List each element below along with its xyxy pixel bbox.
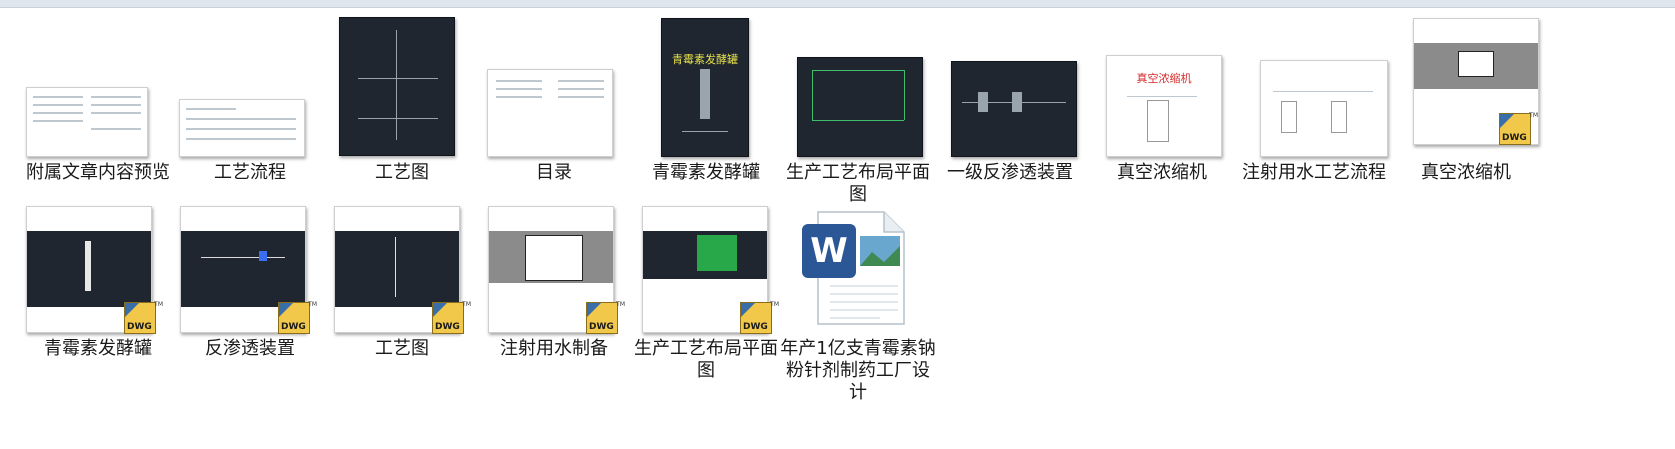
dwg-badge-icon: DWG TM bbox=[586, 301, 625, 334]
file-item-ro-dwg[interactable]: DWG TM 反渗透装置 bbox=[170, 200, 320, 400]
file-thumbnail bbox=[951, 61, 1077, 157]
file-thumbnail bbox=[797, 57, 923, 157]
dwg-badge-icon: DWG TM bbox=[124, 301, 163, 334]
dwg-badge-icon: DWG TM bbox=[432, 301, 471, 334]
file-name: 年产1亿支青霉素钠粉针剂制药工厂设计 bbox=[780, 338, 936, 403]
file-item-process-diagram[interactable]: 工艺图 bbox=[322, 14, 472, 194]
file-name: 附属文章内容预览 bbox=[26, 162, 170, 183]
file-item-fermenter[interactable]: 青霉素发酵罐 青霉素发酵罐 bbox=[626, 14, 776, 194]
file-name: 青霉素发酵罐 bbox=[652, 162, 760, 183]
file-item-process-diagram-dwg[interactable]: DWG TM 工艺图 bbox=[322, 200, 472, 400]
file-item-wfi-process[interactable]: 注射用水工艺流程 bbox=[1234, 14, 1388, 194]
file-item-toc[interactable]: 目录 bbox=[474, 14, 624, 194]
thumbnail-title: 真空浓缩机 bbox=[1136, 72, 1192, 85]
file-name: 工艺图 bbox=[375, 162, 429, 183]
file-item-ro-unit[interactable]: 一级反渗透装置 bbox=[930, 14, 1080, 194]
dwg-badge-icon: DWG TM bbox=[1499, 112, 1538, 145]
file-item-layout-plan[interactable]: 生产工艺布局平面图 bbox=[778, 14, 930, 205]
file-name: 注射用水制备 bbox=[500, 338, 608, 359]
file-item-process-flow[interactable]: 工艺流程 bbox=[170, 14, 320, 194]
file-item-vacuum-concentrator-dwg[interactable]: DWG TM 真空浓缩机 bbox=[1386, 14, 1539, 194]
file-thumbnail bbox=[487, 69, 613, 157]
file-name: 注射用水工艺流程 bbox=[1242, 162, 1386, 183]
dwg-badge-icon: DWG TM bbox=[278, 301, 317, 334]
file-name: 真空浓缩机 bbox=[1117, 162, 1207, 183]
file-name: 一级反渗透装置 bbox=[947, 162, 1073, 183]
file-thumbnail: 真空浓缩机 bbox=[1106, 55, 1222, 157]
file-thumbnail bbox=[26, 87, 148, 157]
file-thumbnail: 青霉素发酵罐 bbox=[661, 18, 749, 157]
file-item-design-doc[interactable]: W 年产1亿支青霉素钠粉针剂制药工厂设计 bbox=[778, 200, 936, 420]
file-name: 反渗透装置 bbox=[205, 338, 295, 359]
file-thumbnail bbox=[1260, 60, 1388, 157]
file-name: 工艺流程 bbox=[214, 162, 286, 183]
file-name: 真空浓缩机 bbox=[1421, 162, 1511, 183]
word-document-icon: W bbox=[800, 206, 910, 330]
svg-text:W: W bbox=[810, 231, 848, 271]
file-name: 目录 bbox=[536, 162, 572, 183]
file-name: 青霉素发酵罐 bbox=[44, 338, 152, 359]
file-item-preview[interactable]: 附属文章内容预览 bbox=[18, 14, 170, 194]
thumbnail-title: 青霉素发酵罐 bbox=[672, 53, 738, 66]
file-name: 生产工艺布局平面图 bbox=[634, 338, 778, 381]
file-item-layout-plan-dwg[interactable]: DWG TM 生产工艺布局平面图 bbox=[626, 200, 779, 400]
file-item-fermenter-dwg[interactable]: DWG TM 青霉素发酵罐 bbox=[18, 200, 168, 400]
file-thumbnail bbox=[339, 17, 455, 156]
dwg-badge-icon: DWG TM bbox=[740, 301, 779, 334]
file-name: 工艺图 bbox=[375, 338, 429, 359]
file-thumbnail bbox=[179, 99, 305, 157]
window-top-border bbox=[0, 0, 1675, 8]
file-item-wfi-dwg[interactable]: DWG TM 注射用水制备 bbox=[474, 200, 625, 400]
file-item-vacuum-concentrator[interactable]: 真空浓缩机 真空浓缩机 bbox=[1082, 14, 1232, 194]
